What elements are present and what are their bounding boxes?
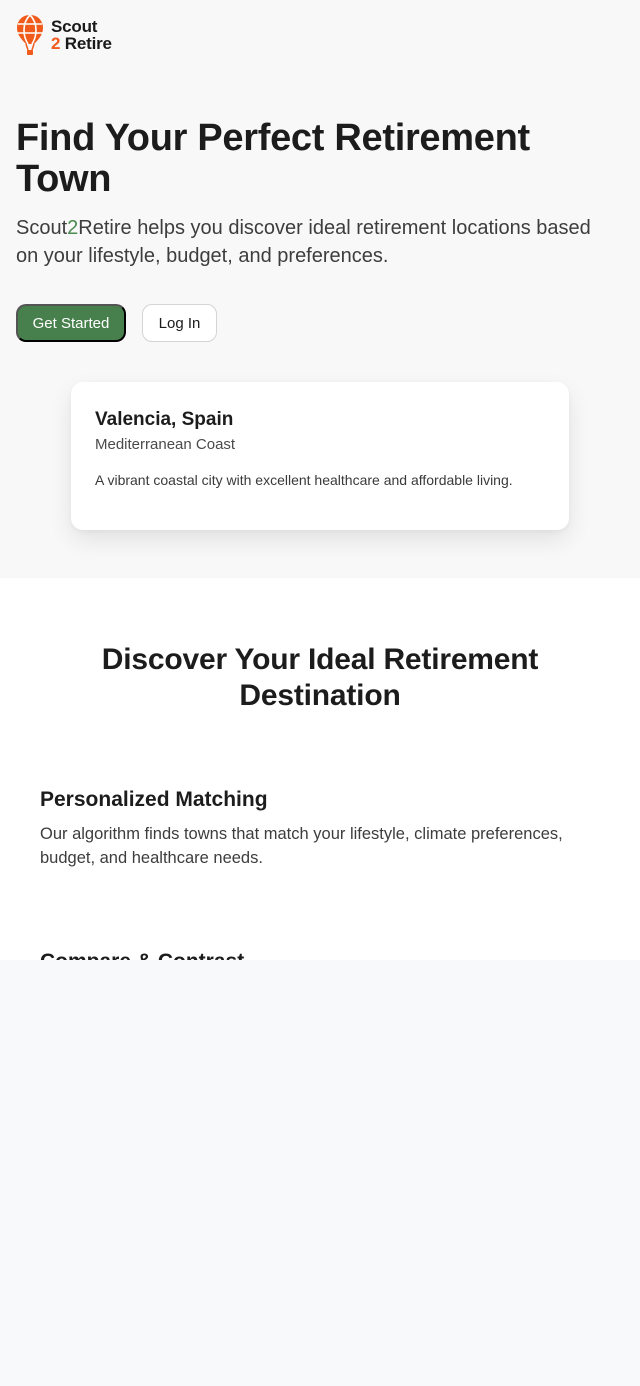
feature-title: Compare & Contrast — [40, 950, 244, 960]
logo-number: 2 — [51, 34, 61, 53]
page: Scout 2 Retire Find Your Perfect Retirem… — [0, 0, 640, 1386]
destination-card[interactable]: Valencia, Spain Mediterranean Coast A vi… — [71, 382, 569, 530]
hero-section: Scout 2 Retire Find Your Perfect Retirem… — [0, 0, 640, 578]
blank-area — [0, 960, 640, 1386]
subtitle-brand-start: Scout — [16, 217, 68, 239]
logo[interactable]: Scout 2 Retire — [16, 14, 112, 56]
get-started-button[interactable]: Get Started — [16, 304, 126, 342]
logo-wordmark: Scout 2 Retire — [51, 18, 112, 52]
logo-line-2: 2 Retire — [51, 35, 112, 52]
log-in-button[interactable]: Log In — [142, 304, 217, 342]
logo-line-1: Scout — [51, 17, 98, 36]
features-heading: Discover Your Ideal Retirement Destinati… — [101, 643, 539, 712]
feature-description: Our algorithm finds towns that match you… — [40, 825, 563, 867]
features-section: Discover Your Ideal Retirement Destinati… — [0, 578, 640, 960]
logo-word: Retire — [64, 34, 112, 53]
hero-subtitle: Scout2Retire helps you discover ideal re… — [16, 214, 596, 270]
card-region: Mediterranean Coast — [95, 436, 236, 453]
subtitle-rest: Retire helps you discover ideal retireme… — [16, 217, 591, 267]
card-description: A vibrant coastal city with excellent he… — [95, 472, 513, 488]
hero-title: Find Your Perfect Retirement Town — [16, 117, 530, 200]
feature-title: Personalized Matching — [40, 788, 268, 811]
subtitle-brand-accent: 2 — [67, 217, 79, 239]
card-title: Valencia, Spain — [95, 409, 234, 430]
hot-air-balloon-icon — [17, 14, 43, 55]
